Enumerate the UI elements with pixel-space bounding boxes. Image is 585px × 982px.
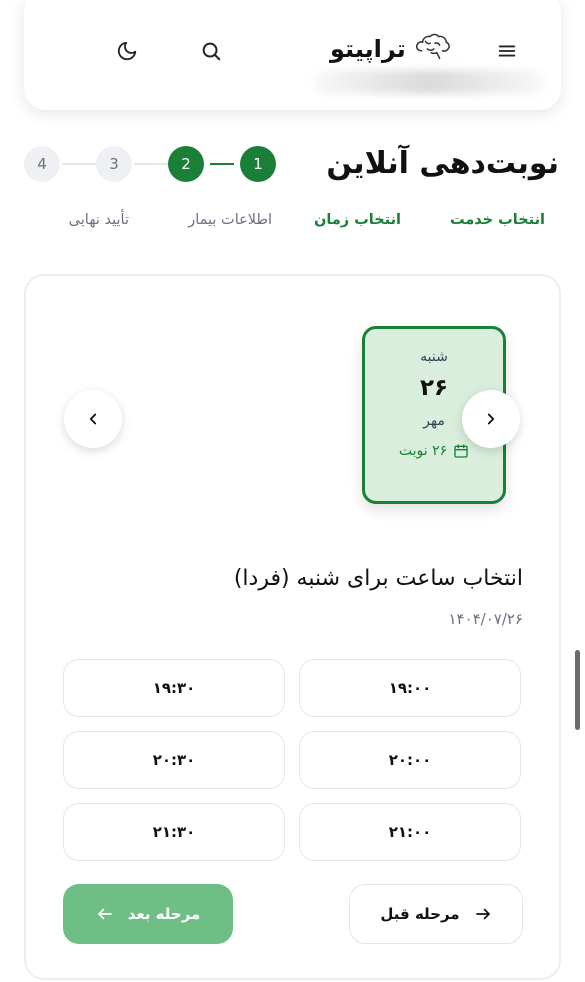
time-slot[interactable]: ۲۱:۳۰ <box>63 803 285 861</box>
arrow-right-icon <box>475 908 490 920</box>
step-label-confirm: تأیید نهایی <box>68 212 129 228</box>
step-label-service: انتخاب خدمت <box>449 212 545 228</box>
brand-logo[interactable]: تراپیتو <box>330 30 452 68</box>
time-slot[interactable]: ۱۹:۳۰ <box>63 659 285 717</box>
step-3[interactable]: 3 <box>96 146 132 182</box>
date-prev-button[interactable] <box>64 390 122 448</box>
next-step-label: مرحله بعد <box>127 905 201 923</box>
stepper: 4 3 2 1 <box>24 146 284 184</box>
step-labels: انتخاب خدمت انتخاب زمان اطلاعات بیمار تأ… <box>24 212 561 236</box>
scrollbar[interactable] <box>575 650 580 730</box>
step-4[interactable]: 4 <box>24 146 60 182</box>
calendar-icon <box>454 444 468 458</box>
brain-logo-icon <box>414 30 452 68</box>
time-slot[interactable]: ۲۰:۰۰ <box>299 731 521 789</box>
step-2[interactable]: 2 <box>168 146 204 182</box>
prev-step-button[interactable]: مرحله قبل <box>349 884 523 944</box>
step-connector-active <box>210 163 234 165</box>
search-icon[interactable] <box>196 36 226 66</box>
arrow-left-icon <box>97 908 112 920</box>
step-label-time: انتخاب زمان <box>314 212 401 228</box>
moon-icon[interactable] <box>112 36 142 66</box>
brand-name: تراپیتو <box>330 35 406 63</box>
appointment-count-text: ۲۶ نوبت <box>398 443 448 459</box>
time-section-title: انتخاب ساعت برای شنبه (فردا) <box>233 566 523 591</box>
chevron-right-icon <box>487 413 495 425</box>
time-slot[interactable]: ۲۰:۳۰ <box>63 731 285 789</box>
step-label-patient: اطلاعات بیمار <box>188 212 272 228</box>
day-name: شنبه <box>420 349 448 365</box>
time-slot[interactable]: ۲۱:۰۰ <box>299 803 521 861</box>
next-step-button[interactable]: مرحله بعد <box>63 884 233 944</box>
page-title: نوبت‌دهی آنلاین <box>326 146 559 181</box>
step-connector <box>134 163 168 165</box>
step-1[interactable]: 1 <box>240 146 276 182</box>
booking-card: شنبه ۲۶ مهر ۲۶ نوبت انتخاب ساعت برای شنب… <box>24 274 561 980</box>
date-next-button[interactable] <box>462 390 520 448</box>
step-connector <box>62 163 96 165</box>
menu-icon[interactable] <box>492 36 522 66</box>
time-slot[interactable]: ۱۹:۰۰ <box>299 659 521 717</box>
selected-date: ۱۴۰۴/۰۷/۲۶ <box>448 610 523 628</box>
prev-step-label: مرحله قبل <box>380 905 460 923</box>
blurred-banner <box>314 70 544 94</box>
chevron-left-icon <box>89 413 97 425</box>
top-header: تراپیتو <box>24 0 561 110</box>
